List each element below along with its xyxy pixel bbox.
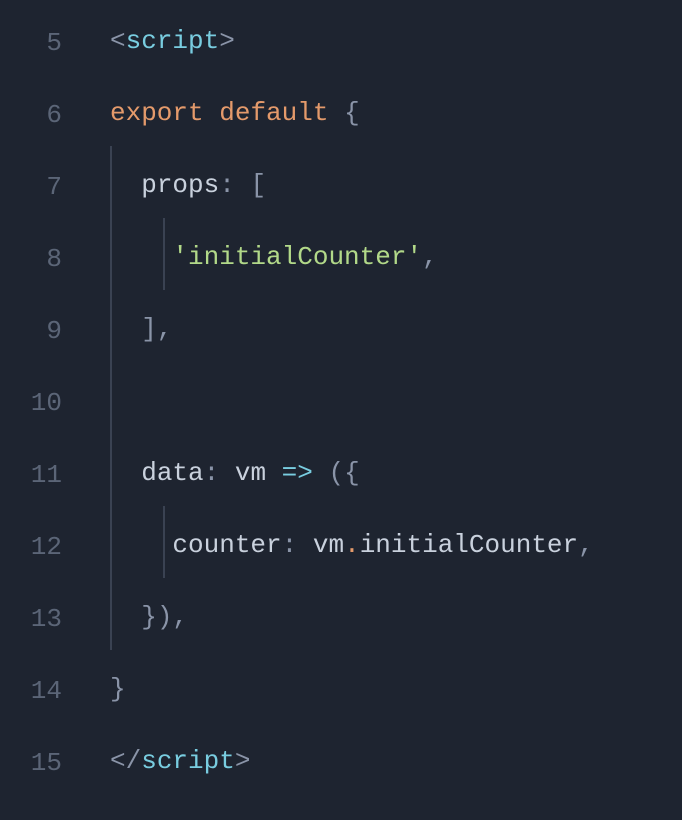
line-number: 11	[0, 460, 62, 488]
line-number: 13	[0, 604, 62, 632]
code-content[interactable]: ],	[62, 316, 172, 342]
code-line[interactable]: 10	[0, 388, 682, 460]
token: ,	[578, 532, 594, 558]
line-number: 10	[0, 388, 62, 416]
token: script	[141, 748, 235, 774]
token: }	[110, 676, 126, 702]
code-content[interactable]: }	[62, 676, 126, 702]
code-line[interactable]: 6export default {	[0, 100, 682, 172]
token: >	[235, 748, 251, 774]
line-number: 8	[0, 244, 62, 272]
token	[204, 100, 220, 126]
token: default	[219, 100, 328, 126]
code-content[interactable]: }),	[62, 604, 188, 630]
code-content[interactable]: data: vm => ({	[62, 460, 360, 486]
token: .	[344, 532, 360, 558]
code-editor[interactable]: 5<script>6export default {7 props: [8 'i…	[0, 0, 682, 820]
line-number: 6	[0, 100, 62, 128]
token: >	[219, 28, 235, 54]
code-line[interactable]: 14}	[0, 676, 682, 748]
code-line[interactable]: 8 'initialCounter',	[0, 244, 682, 316]
token: }),	[141, 604, 188, 630]
token: script	[126, 28, 220, 54]
line-number: 14	[0, 676, 62, 704]
indent-guide	[110, 362, 112, 434]
code-content[interactable]: export default {	[62, 100, 360, 126]
token: initialCounter	[360, 532, 578, 558]
token: counter	[172, 532, 281, 558]
token: 'initialCounter'	[172, 244, 422, 270]
code-line[interactable]: 15</script>	[0, 748, 682, 820]
line-number: 12	[0, 532, 62, 560]
token: data	[141, 460, 203, 486]
token: ],	[141, 316, 172, 342]
token: </	[110, 748, 141, 774]
token: vm	[235, 460, 282, 486]
code-content[interactable]: props: [	[62, 172, 266, 198]
token: :	[282, 532, 313, 558]
line-number: 15	[0, 748, 62, 776]
token: props	[141, 172, 219, 198]
code-line[interactable]: 13 }),	[0, 604, 682, 676]
token: ,	[422, 244, 438, 270]
token	[328, 100, 344, 126]
token: export	[110, 100, 204, 126]
code-content[interactable]: </script>	[62, 748, 250, 774]
token: : [	[219, 172, 266, 198]
code-content[interactable]: counter: vm.initialCounter,	[62, 532, 594, 558]
token: ({	[329, 460, 360, 486]
line-number: 7	[0, 172, 62, 200]
code-line[interactable]: 11 data: vm => ({	[0, 460, 682, 532]
token: {	[344, 100, 360, 126]
token: vm	[313, 532, 344, 558]
token	[313, 460, 329, 486]
line-number: 5	[0, 28, 62, 56]
code-line[interactable]: 7 props: [	[0, 172, 682, 244]
code-line[interactable]: 9 ],	[0, 316, 682, 388]
code-line[interactable]: 12 counter: vm.initialCounter,	[0, 532, 682, 604]
token: <	[110, 28, 126, 54]
token: =>	[282, 460, 313, 486]
code-content[interactable]: <script>	[62, 28, 235, 54]
code-content[interactable]: 'initialCounter',	[62, 244, 438, 270]
code-line[interactable]: 5<script>	[0, 28, 682, 100]
line-number: 9	[0, 316, 62, 344]
token: :	[204, 460, 235, 486]
